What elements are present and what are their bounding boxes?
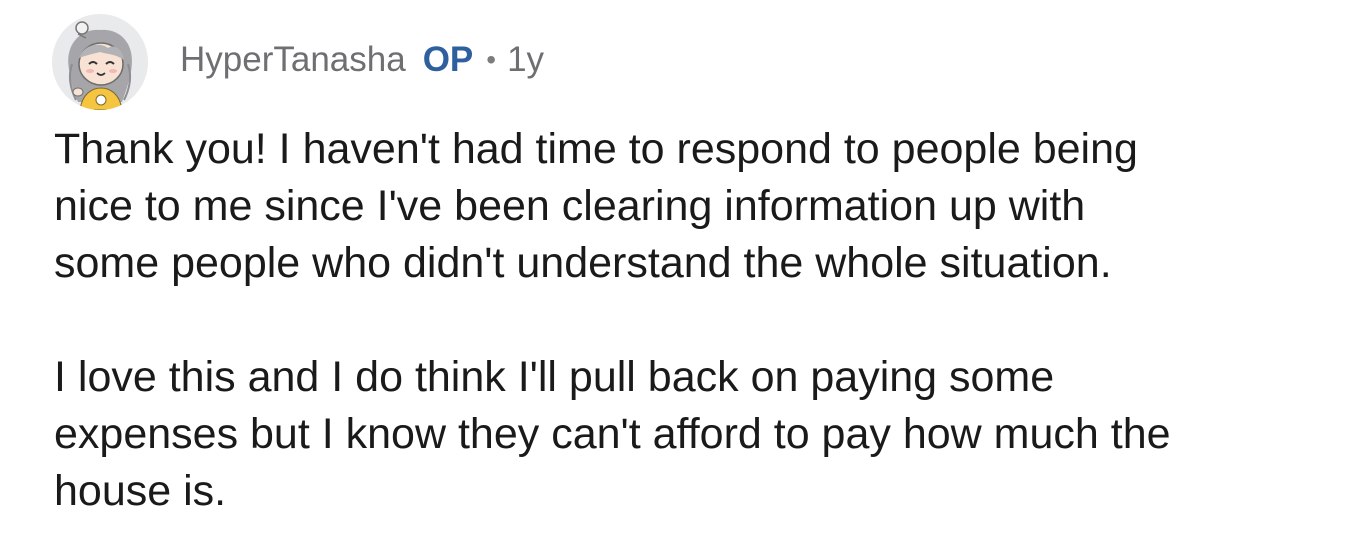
comment-header: HyperTanasha OP • 1y (52, 14, 544, 110)
comment: HyperTanasha OP • 1y Thank you! I haven'… (0, 0, 1367, 538)
comment-age: 1y (507, 40, 545, 79)
comment-paragraph: I love this and I do think I'll pull bac… (54, 353, 1171, 515)
comment-meta: HyperTanasha OP • 1y (180, 40, 544, 80)
comment-body: Thank you! I haven't had time to respond… (54, 121, 1354, 520)
username[interactable]: HyperTanasha (180, 40, 406, 80)
comment-paragraph: Thank you! I haven't had time to respond… (54, 125, 1138, 287)
avatar[interactable] (52, 14, 148, 110)
avatar-icon (68, 21, 132, 110)
op-badge: OP (422, 40, 474, 79)
separator-dot: • (486, 44, 497, 75)
